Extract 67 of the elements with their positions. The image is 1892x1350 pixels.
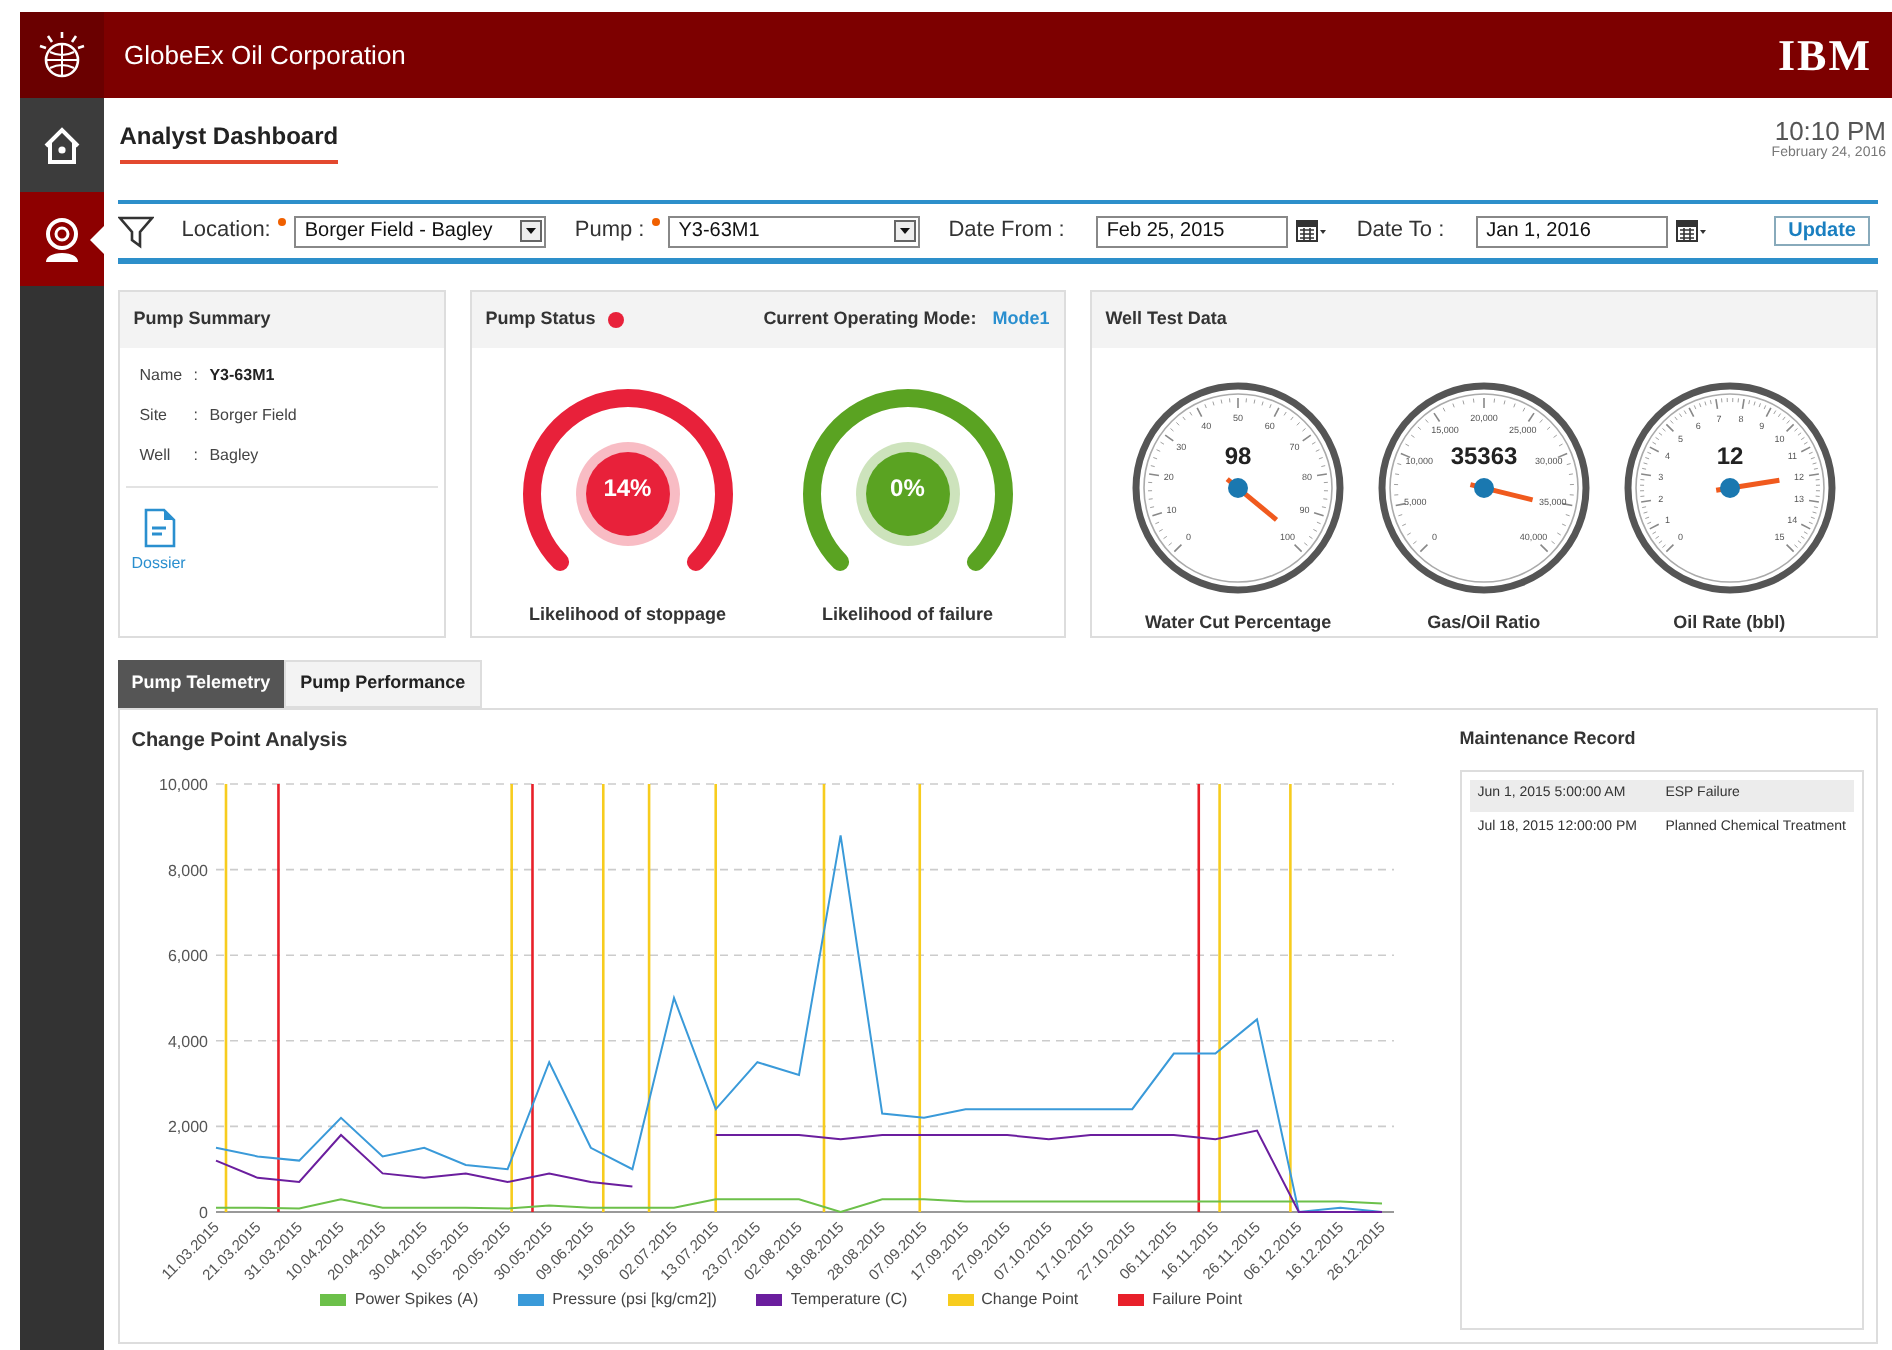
gauge-value: 0%	[890, 472, 925, 506]
caret-icon	[520, 220, 543, 242]
field-label: Well	[139, 444, 173, 468]
card-title: Maintenance Record	[1459, 726, 1638, 752]
dial-reading: 98	[1224, 441, 1252, 469]
legend-label: Change Point	[981, 1288, 1079, 1312]
field-label: Date From :	[948, 216, 1065, 247]
legend-label: Power Spikes (A)	[354, 1288, 479, 1312]
dropdown[interactable]: Borger Field - Bagley	[294, 215, 547, 247]
dossier-link[interactable]: Dossier	[131, 552, 186, 576]
chart-title: Change Point Analysis	[131, 728, 350, 756]
date-field[interactable]: Jan 1, 2016	[1476, 215, 1669, 247]
dial-reading: 35363	[1450, 441, 1518, 469]
date-field[interactable]: Feb 25, 2015	[1096, 215, 1289, 247]
dial-label: Water Cut Percentage	[1144, 609, 1332, 636]
gauge-value: 14%	[603, 472, 652, 506]
pointer-icon	[89, 226, 104, 254]
page-title: Analyst Dashboard	[119, 118, 339, 164]
field-label: Site	[139, 404, 170, 428]
gauge-label: Likelihood of failure	[821, 602, 993, 628]
field-label: Pump :	[574, 216, 645, 247]
field-value: Y3-63M1	[209, 364, 275, 388]
legend-label: Failure Point	[1152, 1288, 1243, 1312]
globe-logo-icon	[34, 27, 90, 83]
brand-logo: IBM	[1778, 33, 1872, 77]
calendar-icon[interactable]	[1296, 219, 1329, 243]
legend-label: Pressure (psi [kg/cm2])	[552, 1288, 717, 1312]
dial-reading: 12	[1715, 441, 1743, 469]
field-value: Borger Field	[209, 404, 297, 428]
company-name: GlobeEx Oil Corporation	[124, 37, 408, 74]
mode-value: Mode1	[992, 306, 1050, 333]
axis-label: 4,000	[167, 1032, 208, 1051]
calendar-icon[interactable]	[1676, 219, 1709, 243]
tab[interactable]: Pump Performance	[284, 660, 482, 708]
field-label: Name	[139, 364, 185, 388]
sidebar-item[interactable]	[20, 98, 104, 192]
field-label: Location:	[181, 216, 271, 247]
gauge-label: Likelihood of stoppage	[528, 602, 726, 628]
caret-icon	[894, 220, 917, 242]
needle-icon	[1225, 476, 1279, 521]
axis-label: 6,000	[167, 947, 208, 966]
axis-label: 0	[198, 1204, 208, 1222]
mode-label: Current Operating Mode:	[763, 306, 977, 333]
card-title: Pump Status	[485, 306, 596, 333]
clock-time: 10:10 PM	[1774, 118, 1886, 144]
field-value: Bagley	[209, 444, 259, 468]
field-separator: :	[193, 404, 200, 428]
axis-label: 8,000	[167, 861, 208, 880]
update-button[interactable]: Update	[1774, 216, 1870, 246]
needle-icon	[1714, 476, 1779, 497]
filter-icon[interactable]	[117, 213, 154, 249]
sidebar-item[interactable]	[20, 192, 104, 286]
tab[interactable]: Pump Telemetry	[117, 660, 285, 708]
field-separator: :	[193, 364, 200, 388]
dial-label: Oil Rate (bbl)	[1673, 609, 1786, 636]
dial-label: Gas/Oil Ratio	[1427, 609, 1541, 635]
axis-label: 10,000	[158, 776, 208, 794]
document-icon[interactable]	[143, 508, 176, 548]
dropdown[interactable]: Y3-63M1	[668, 215, 921, 247]
field-separator: :	[193, 444, 200, 468]
card-title: Well Test Data	[1105, 306, 1227, 332]
axis-label: 2,000	[167, 1118, 208, 1137]
home-icon	[39, 123, 84, 167]
field-label: Date To :	[1356, 216, 1445, 247]
legend-label: Temperature (C)	[790, 1288, 908, 1312]
needle-icon	[1469, 477, 1533, 502]
card-title: Pump Summary	[133, 306, 271, 333]
